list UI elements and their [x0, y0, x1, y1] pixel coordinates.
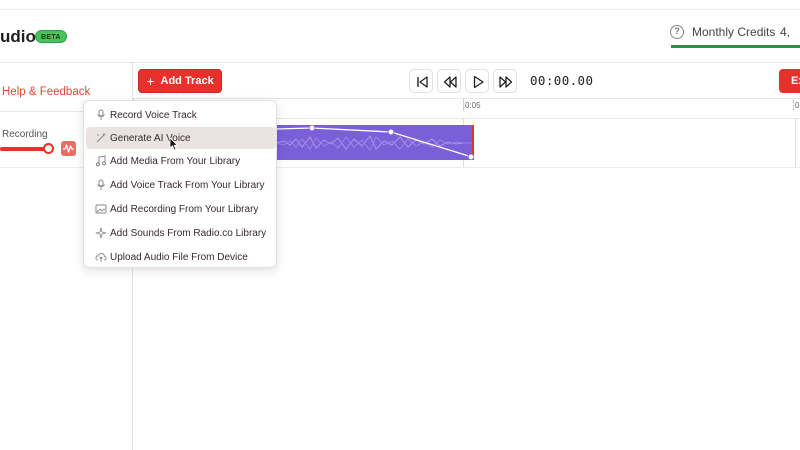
rewind-icon [443, 76, 457, 88]
menu-item-add-recording-from-library[interactable]: Add Recording From Your Library [86, 198, 276, 220]
menu-item-generate-ai-voice[interactable]: Generate AI Voice [86, 127, 276, 149]
microphone-icon [86, 179, 110, 191]
menu-item-label: Record Voice Track [110, 109, 197, 121]
menu-item-label: Add Media From Your Library [110, 155, 241, 167]
top-header: udio BETA ? Monthly Credits 4, [0, 0, 800, 63]
skip-to-start-icon [417, 76, 428, 88]
music-note-icon [86, 155, 110, 167]
menu-item-label: Add Voice Track From Your Library [110, 179, 265, 191]
waveform-icon[interactable] [61, 141, 76, 156]
menu-item-upload-audio-file[interactable]: Upload Audio File From Device [86, 246, 276, 268]
rewind-button[interactable] [437, 69, 461, 93]
menu-item-add-voice-track-from-library[interactable]: Add Voice Track From Your Library [86, 174, 276, 196]
ruler-tick [463, 99, 464, 111]
monthly-credits-label: Monthly Credits [692, 25, 776, 39]
header-top-divider [0, 9, 800, 10]
beta-badge: BETA [35, 30, 67, 43]
plus-icon: + [146, 73, 155, 89]
add-track-label: Add Track [160, 75, 214, 87]
question-circle-icon[interactable]: ? [670, 25, 684, 39]
audio-clip[interactable] [275, 124, 475, 161]
audio-editor: udio BETA ? Monthly Credits 4, Help & Fe… [0, 0, 800, 450]
microphone-icon [86, 109, 110, 121]
track-name: Recording [2, 129, 48, 140]
ruler-tick-label: 0:05 [465, 101, 481, 110]
volume-slider-handle[interactable] [43, 143, 54, 154]
fast-forward-icon [499, 76, 513, 88]
image-icon [86, 203, 110, 215]
menu-item-add-media-from-library[interactable]: Add Media From Your Library [86, 150, 276, 172]
ruler-tick [793, 99, 794, 111]
cloud-upload-icon [86, 251, 110, 263]
magic-wand-icon [86, 132, 110, 144]
help-feedback-link[interactable]: Help & Feedback [2, 86, 90, 98]
menu-item-record-voice-track[interactable]: Record Voice Track [86, 104, 276, 126]
timeline-gridline [795, 119, 796, 167]
export-button[interactable]: Ex [779, 69, 800, 93]
clip-waveform [275, 124, 475, 161]
menu-item-add-sounds-from-radio-co[interactable]: Add Sounds From Radio.co Library [86, 222, 276, 244]
ruler-tick-label: 0 [795, 101, 800, 110]
playback-time: 00:00.00 [530, 73, 594, 88]
volume-slider-track[interactable] [0, 147, 48, 151]
mouse-cursor-icon [169, 137, 179, 151]
add-track-menu: Record Voice Track Generate AI Voice Add… [83, 100, 277, 268]
menu-item-label: Add Recording From Your Library [110, 203, 259, 215]
menu-item-label: Add Sounds From Radio.co Library [110, 227, 267, 239]
menu-item-label: Upload Audio File From Device [110, 251, 248, 263]
skip-to-start-button[interactable] [409, 69, 433, 93]
add-track-button[interactable]: + Add Track [138, 69, 222, 93]
play-icon [473, 75, 484, 89]
fast-forward-button[interactable] [493, 69, 517, 93]
sparkle-icon [86, 227, 110, 239]
play-button[interactable] [465, 69, 489, 93]
credits-progress-bar [671, 45, 800, 48]
app-title: udio [0, 27, 36, 46]
monthly-credits-value: 4, [780, 25, 791, 39]
